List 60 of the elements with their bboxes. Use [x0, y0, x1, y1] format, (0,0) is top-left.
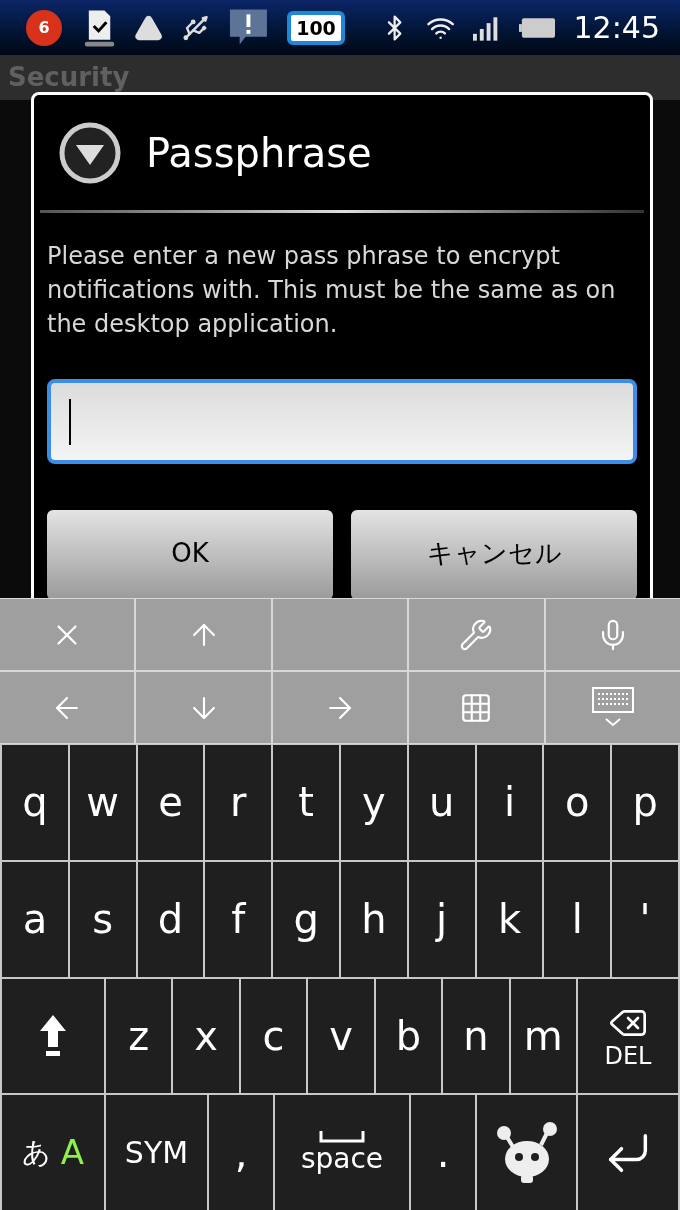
toolbar-key[interactable]: [545, 599, 680, 670]
key[interactable]: v: [308, 978, 374, 1094]
alphabet-label: A: [60, 1131, 85, 1175]
key[interactable]: g: [273, 861, 339, 977]
toolbar-key[interactable]: [272, 672, 408, 743]
emoji-key[interactable]: [477, 1095, 576, 1210]
dialog-button[interactable]: OK: [47, 510, 333, 598]
key[interactable]: o: [544, 745, 611, 860]
space-key-label: space: [300, 1142, 384, 1175]
hiragana-label: あ: [21, 1134, 51, 1171]
key[interactable]: c: [240, 978, 307, 1094]
dialog-dropdown-icon: [58, 120, 122, 185]
space-key[interactable]: space: [275, 1095, 409, 1210]
key[interactable]: ': [612, 861, 678, 977]
key[interactable]: i: [476, 745, 543, 860]
toolbar-key[interactable]: [409, 599, 544, 670]
delete-key-label: DEL: [604, 1042, 652, 1069]
toolbar-key[interactable]: [545, 672, 680, 743]
notification-count-badge: 6: [26, 9, 62, 46]
clock: 12:45: [573, 9, 660, 47]
toolbar-key[interactable]: [0, 599, 135, 670]
key[interactable]: h: [341, 861, 407, 977]
passphrase-input[interactable]: [47, 379, 637, 464]
dialog-message: Please enter a new pass phrase to encrypt notifications with. This must be the same as on the desktop application.: [46, 241, 617, 340]
space-icon: [319, 1130, 365, 1143]
key[interactable]: u: [408, 745, 475, 860]
battery-level-badge: 100: [287, 10, 345, 45]
toolbar-key[interactable]: [0, 672, 135, 743]
battery-icon: [518, 16, 556, 39]
key[interactable]: t: [273, 745, 339, 860]
key[interactable]: j: [408, 861, 475, 977]
key[interactable]: b: [375, 978, 442, 1094]
key[interactable]: a: [2, 861, 68, 977]
key[interactable]: d: [137, 861, 204, 977]
key[interactable]: l: [544, 861, 611, 977]
key[interactable]: m: [510, 978, 576, 1094]
mascot-icon: [494, 1120, 559, 1185]
key[interactable]: k: [476, 861, 543, 977]
dialog-title: Passphrase: [146, 128, 372, 178]
key[interactable]: y: [341, 745, 407, 860]
key[interactable]: w: [69, 745, 136, 860]
key[interactable]: s: [69, 861, 136, 977]
key[interactable]: n: [443, 978, 509, 1094]
delete-key[interactable]: DEL: [577, 978, 678, 1094]
key[interactable]: e: [137, 745, 204, 860]
key[interactable]: p: [612, 745, 678, 860]
tools-icon: [459, 617, 494, 652]
dialog-button[interactable]: キャンセル: [351, 510, 637, 598]
key[interactable]: x: [173, 978, 239, 1094]
key[interactable]: r: [205, 745, 272, 860]
key[interactable]: q: [2, 745, 68, 860]
key[interactable]: .: [411, 1095, 475, 1210]
enter-key[interactable]: [578, 1095, 678, 1210]
key[interactable]: z: [106, 978, 172, 1094]
key[interactable]: ,: [209, 1095, 273, 1210]
key[interactable]: f: [205, 861, 272, 977]
toolbar-key[interactable]: [409, 672, 544, 743]
symbol-key[interactable]: SYM: [106, 1095, 207, 1210]
input-mode-key[interactable]: あ A: [2, 1095, 104, 1210]
shift-key[interactable]: [2, 978, 104, 1094]
